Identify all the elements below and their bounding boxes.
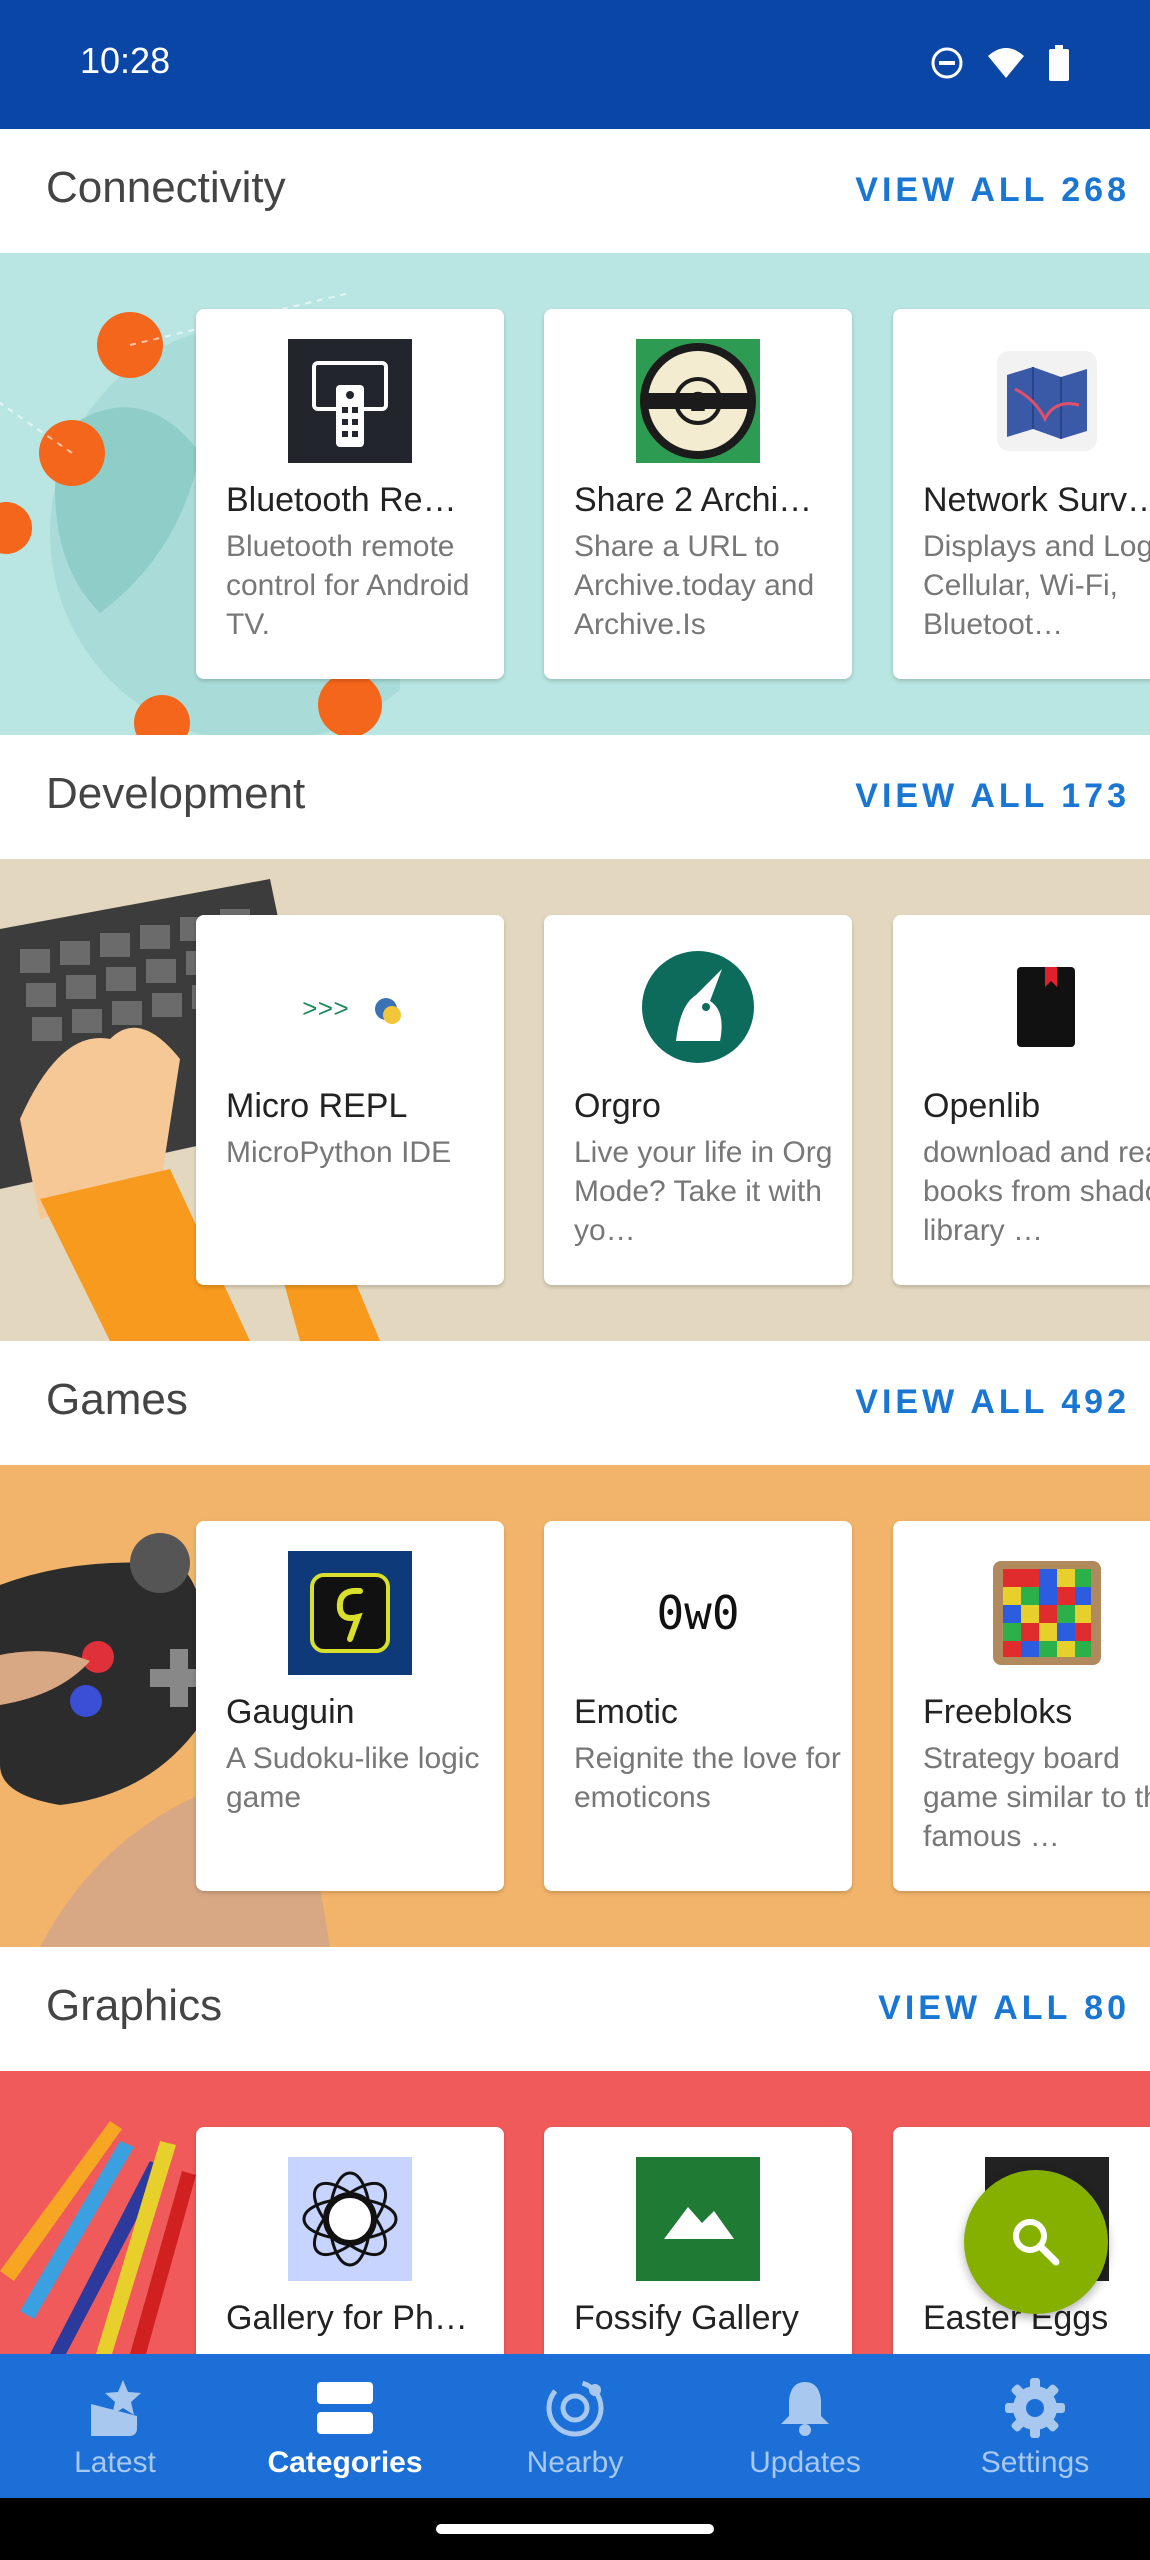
app-description: Displays and Logs Cellular, Wi-Fi, Bluet…	[923, 530, 1150, 641]
status-time: 10:28	[80, 40, 171, 81]
search-icon	[1013, 2219, 1060, 2266]
category-title: Graphics	[46, 1981, 223, 2030]
star-icon	[91, 2380, 141, 2436]
map-icon	[997, 351, 1097, 451]
app-name: Bluetooth Re…	[226, 481, 457, 519]
nav-label: Latest	[74, 2446, 156, 2479]
gauguin-icon	[288, 1551, 412, 1675]
battery-icon	[1049, 45, 1069, 81]
status-bar: 10:28	[0, 0, 1150, 129]
search-button[interactable]	[964, 2170, 1108, 2314]
category-banner-development[interactable]: >>> Micro REPL MicroPython IDE Orgro Liv…	[0, 859, 1150, 1341]
app-description: A Sudoku-like logic game	[226, 1742, 480, 1814]
svg-text:2: 2	[690, 386, 706, 417]
app-description: Reignite the love for emoticons	[574, 1742, 841, 1814]
app-card[interactable]: Openlib download and read books from sha…	[893, 915, 1150, 1285]
tv-remote-icon	[288, 339, 412, 463]
categories-icon	[317, 2382, 373, 2434]
nav-item-nearby[interactable]: Nearby	[460, 2354, 690, 2498]
category-banner-connectivity[interactable]: Bluetooth Re… Bluetooth remote control f…	[0, 253, 1150, 735]
freebloks-board-icon	[993, 1561, 1101, 1665]
python-repl-icon: >>>	[302, 995, 401, 1025]
do-not-disturb-icon	[931, 47, 963, 79]
app-card[interactable]: Freebloks Strategy board game similar to…	[893, 1521, 1150, 1891]
app-name: Gallery for Ph…	[226, 2299, 468, 2337]
bottom-navigation: Latest Categories Nearby Updates Setting…	[0, 2354, 1150, 2498]
nav-label: Nearby	[526, 2446, 624, 2479]
category-title: Games	[46, 1375, 188, 1424]
app-card[interactable]: Network Surv… Displays and Logs Cellular…	[893, 309, 1150, 679]
nav-item-updates[interactable]: Updates	[690, 2354, 920, 2498]
nav-label: Updates	[749, 2446, 861, 2479]
nav-item-latest[interactable]: Latest	[0, 2354, 230, 2498]
emotic-icon-text: 0w0	[656, 1586, 740, 1640]
category-title: Development	[46, 769, 306, 818]
view-all-button[interactable]: VIEW ALL 268	[855, 171, 1130, 210]
category-banner-games[interactable]: Gauguin A Sudoku-like logic game 0w0 Emo…	[0, 1465, 1150, 1947]
app-name: Emotic	[574, 1693, 678, 1731]
nav-label: Categories	[267, 2446, 423, 2479]
app-name: Fossify Gallery	[574, 2299, 799, 2337]
app-name: Network Surv…	[923, 481, 1150, 519]
app-card[interactable]: Gauguin A Sudoku-like logic game	[196, 1521, 504, 1891]
app-name: Freebloks	[923, 1693, 1073, 1731]
app-card[interactable]: Orgro Live your life in Org Mode? Take i…	[544, 915, 852, 1285]
app-card[interactable]: 0w0 Emotic Reignite the love for emotico…	[544, 1521, 852, 1891]
home-gesture-handle[interactable]	[436, 2524, 714, 2534]
app-name: Orgro	[574, 1087, 661, 1125]
app-description: Bluetooth remote control for Android TV.	[226, 530, 470, 641]
status-icons	[930, 45, 1070, 81]
app-name: Gauguin	[226, 1693, 355, 1731]
app-card[interactable]: 2 Share 2 Archi… Share a URL to Archive.…	[544, 309, 852, 679]
svg-text:>>>: >>>	[302, 995, 349, 1025]
view-all-button[interactable]: VIEW ALL 492	[855, 1383, 1130, 1422]
view-all-button[interactable]: VIEW ALL 80	[878, 1989, 1130, 2028]
category-header-graphics: Graphics VIEW ALL 80	[0, 1947, 1150, 2071]
app-card[interactable]: >>> Micro REPL MicroPython IDE	[196, 915, 504, 1285]
gallery-flower-icon	[288, 2157, 412, 2281]
emotic-icon: 0w0	[636, 1551, 760, 1675]
app-description: download and read books from shadow libr…	[923, 1136, 1150, 1247]
mountain-gallery-icon	[636, 2157, 760, 2281]
nearby-icon	[546, 2379, 604, 2437]
pencils-illustration	[0, 2121, 196, 2354]
share-archive-icon: 2	[636, 339, 760, 463]
gear-icon	[1005, 2378, 1065, 2438]
category-header-games: Games VIEW ALL 492	[0, 1341, 1150, 1465]
app-name: Openlib	[923, 1087, 1041, 1125]
nav-item-settings[interactable]: Settings	[920, 2354, 1150, 2498]
app-card[interactable]: Gallery for Ph…	[196, 2127, 504, 2354]
app-card[interactable]: Fossify Gallery	[544, 2127, 852, 2354]
category-header-connectivity: Connectivity VIEW ALL 268	[0, 129, 1150, 253]
app-name: Micro REPL	[226, 1087, 408, 1125]
app-description: Strategy board game similar to the famou…	[923, 1742, 1150, 1853]
nav-item-categories[interactable]: Categories	[230, 2354, 460, 2498]
view-all-button[interactable]: VIEW ALL 173	[855, 777, 1130, 816]
nav-label: Settings	[980, 2446, 1090, 2479]
category-title: Connectivity	[46, 163, 286, 212]
gesture-bar	[0, 2498, 1150, 2560]
app-description: Live your life in Org Mode? Take it with…	[574, 1136, 833, 1247]
bell-icon	[781, 2382, 829, 2436]
unicorn-icon	[642, 951, 754, 1063]
app-description: Share a URL to Archive.today and Archive…	[574, 530, 815, 641]
book-icon	[1017, 967, 1075, 1047]
app-name: Share 2 Archi…	[574, 481, 813, 519]
wifi-icon	[988, 48, 1024, 78]
app-description: MicroPython IDE	[226, 1136, 452, 1169]
category-header-development: Development VIEW ALL 173	[0, 735, 1150, 859]
app-card[interactable]: Bluetooth Re… Bluetooth remote control f…	[196, 309, 504, 679]
